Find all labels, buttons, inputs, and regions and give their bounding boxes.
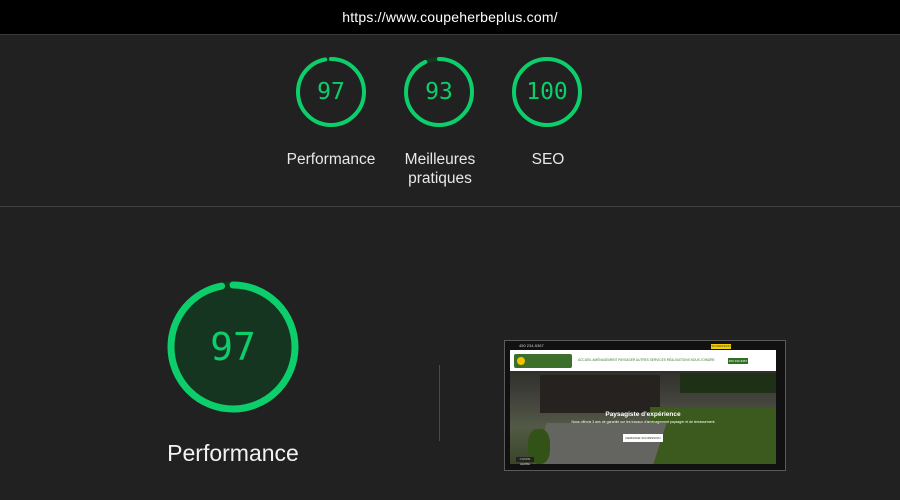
main-score-value: 97 <box>210 325 256 369</box>
main-score-label: Performance <box>167 440 299 466</box>
score-gauge-best-practices[interactable]: 93 <box>402 55 476 129</box>
thumb-hero-title: Paysagiste d'expérience <box>605 411 681 418</box>
thumb-topbar: 450 234-5367 SOUMISSION <box>505 341 785 350</box>
thumb-badge: COUPE HERBE <box>516 457 534 466</box>
thumb-hero: Paysagiste d'expérience Nous offrons 3 a… <box>510 371 776 466</box>
score-gauge-performance[interactable]: 97 <box>294 55 368 129</box>
score-gauge-seo[interactable]: 100 <box>510 55 584 129</box>
score-value: 97 <box>317 79 345 105</box>
score-label-seo: SEO <box>531 151 565 168</box>
thumb-navbar: ACCUEIL AMÉNAGEMENT PAYSAGER AUTRES SERV… <box>510 350 776 371</box>
thumb-phone: 450 234-5367 <box>519 343 544 348</box>
thumb-hero-button: DEMANDE SOUMISSION <box>623 434 663 442</box>
thumb-quote-button: SOUMISSION <box>711 344 731 349</box>
thumb-phone-button: 450 234-5367 <box>728 358 748 364</box>
thumb-menu: ACCUEIL AMÉNAGEMENT PAYSAGER AUTRES SERV… <box>578 358 715 362</box>
score-value: 100 <box>526 79 568 105</box>
score-value: 93 <box>425 79 453 105</box>
main-score-gauge: 97 <box>164 278 302 416</box>
thumb-hero-subtitle: Nous offrons 3 ans de garantie sur les t… <box>571 420 715 424</box>
url-bar: https://www.coupeherbeplus.com/ <box>0 0 900 34</box>
page-screenshot-thumbnail[interactable]: 450 234-5367 SOUMISSION ACCUEIL AMÉNAGEM… <box>504 340 786 471</box>
top-divider <box>0 34 900 35</box>
section-divider <box>0 206 900 207</box>
url-text: https://www.coupeherbeplus.com/ <box>342 9 558 25</box>
thumb-logo <box>514 354 572 368</box>
vertical-divider <box>439 365 440 441</box>
